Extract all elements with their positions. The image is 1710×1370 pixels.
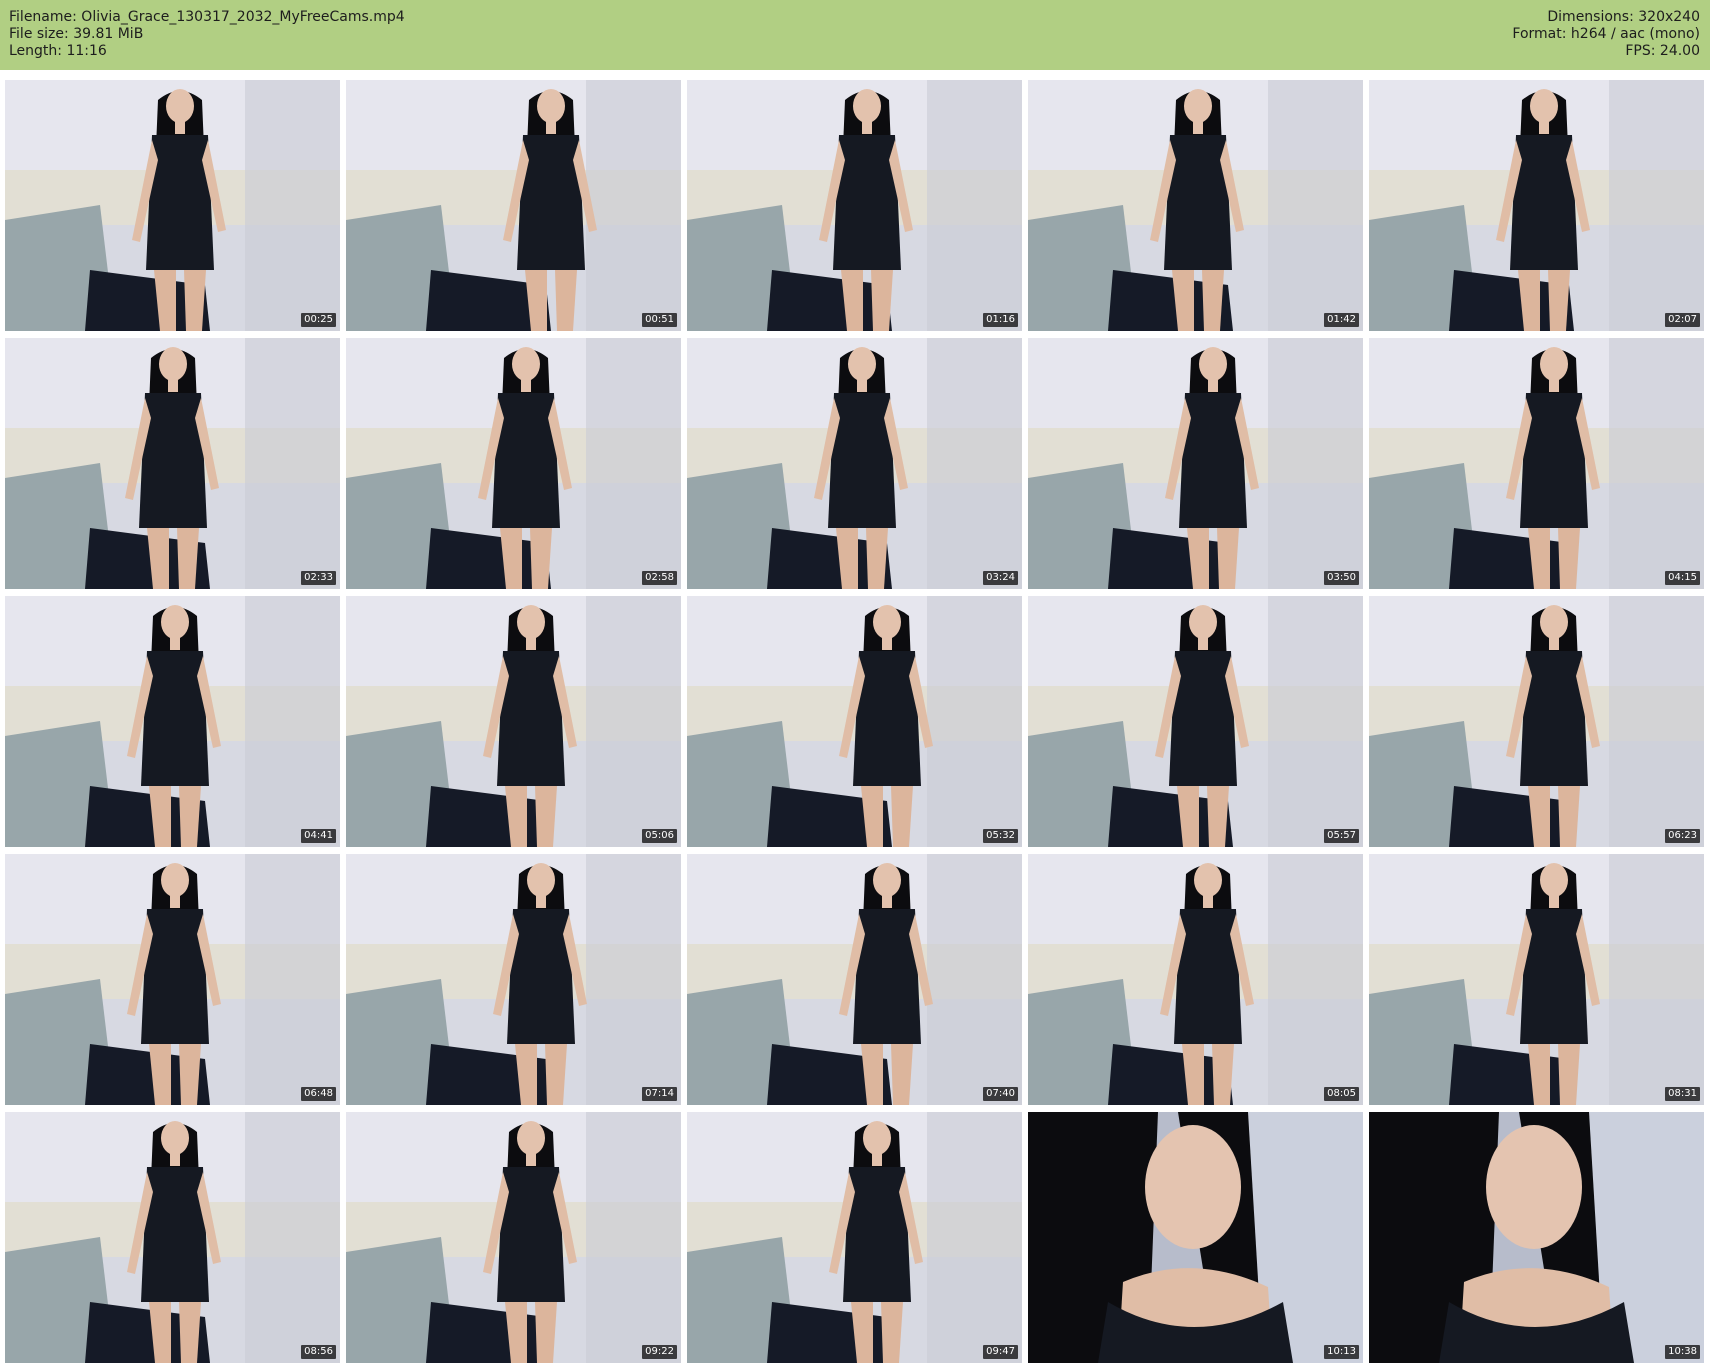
thumbnail-timestamp: 02:58 xyxy=(642,571,677,585)
thumbnail-timestamp: 08:05 xyxy=(1324,1087,1359,1101)
thumbnail-timestamp: 04:15 xyxy=(1665,571,1700,585)
frame-image xyxy=(346,338,681,589)
frame-image xyxy=(1028,1112,1363,1363)
frame-image xyxy=(5,596,340,847)
thumbnail-timestamp: 00:25 xyxy=(301,313,336,327)
frame-image xyxy=(687,1112,1022,1363)
thumbnail-timestamp: 10:38 xyxy=(1665,1345,1700,1359)
thumbnail-timestamp: 03:50 xyxy=(1324,571,1359,585)
thumbnail-timestamp: 05:57 xyxy=(1324,829,1359,843)
video-thumbnail[interactable]: 08:31 xyxy=(1369,854,1704,1105)
video-thumbnail[interactable]: 02:33 xyxy=(5,338,340,589)
frame-image xyxy=(1028,854,1363,1105)
frame-image xyxy=(687,854,1022,1105)
thumbnail-timestamp: 09:22 xyxy=(642,1345,677,1359)
frame-image xyxy=(1028,596,1363,847)
video-thumbnail[interactable]: 03:24 xyxy=(687,338,1022,589)
frame-image xyxy=(5,80,340,331)
video-thumbnail[interactable]: 08:56 xyxy=(5,1112,340,1363)
thumbnail-timestamp: 06:48 xyxy=(301,1087,336,1101)
thumbnail-timestamp: 02:07 xyxy=(1665,313,1700,327)
format-line: Format: h264 / aac (mono) xyxy=(1512,26,1700,42)
thumbnail-timestamp: 01:42 xyxy=(1324,313,1359,327)
video-thumbnail[interactable]: 09:22 xyxy=(346,1112,681,1363)
frame-image xyxy=(346,1112,681,1363)
frame-image xyxy=(1369,1112,1704,1363)
video-thumbnail[interactable]: 08:05 xyxy=(1028,854,1363,1105)
video-thumbnail[interactable]: 04:41 xyxy=(5,596,340,847)
video-thumbnail[interactable]: 06:23 xyxy=(1369,596,1704,847)
video-thumbnail[interactable]: 02:07 xyxy=(1369,80,1704,331)
video-thumbnail[interactable]: 00:51 xyxy=(346,80,681,331)
video-thumbnail[interactable]: 07:40 xyxy=(687,854,1022,1105)
frame-image xyxy=(5,338,340,589)
thumbnail-grid: 00:25 00:51 01:16 01:42 02:07 02:33 02:58 03:24… xyxy=(5,80,1707,1363)
thumbnail-timestamp: 07:14 xyxy=(642,1087,677,1101)
frame-image xyxy=(1369,854,1704,1105)
video-thumbnail[interactable]: 09:47 xyxy=(687,1112,1022,1363)
frame-image xyxy=(5,1112,340,1363)
thumbnail-timestamp: 07:40 xyxy=(983,1087,1018,1101)
fps-line: FPS: 24.00 xyxy=(1625,43,1700,59)
thumbnail-timestamp: 01:16 xyxy=(983,313,1018,327)
video-thumbnail[interactable]: 00:25 xyxy=(5,80,340,331)
frame-image xyxy=(346,854,681,1105)
frame-image xyxy=(687,596,1022,847)
frame-image xyxy=(1028,338,1363,589)
filename-line: Filename: Olivia_Grace_130317_2032_MyFre… xyxy=(9,9,405,25)
length-line: Length: 11:16 xyxy=(9,43,107,59)
frame-image xyxy=(346,596,681,847)
video-thumbnail[interactable]: 10:38 xyxy=(1369,1112,1704,1363)
thumbnail-timestamp: 02:33 xyxy=(301,571,336,585)
thumbnail-timestamp: 08:31 xyxy=(1665,1087,1700,1101)
video-thumbnail[interactable]: 10:13 xyxy=(1028,1112,1363,1363)
frame-image xyxy=(5,854,340,1105)
video-thumbnail[interactable]: 05:06 xyxy=(346,596,681,847)
video-thumbnail[interactable]: 05:32 xyxy=(687,596,1022,847)
file-info: Filename: Olivia_Grace_130317_2032_MyFre… xyxy=(9,9,405,60)
video-thumbnail[interactable]: 05:57 xyxy=(1028,596,1363,847)
video-thumbnail[interactable]: 04:15 xyxy=(1369,338,1704,589)
frame-image xyxy=(1028,80,1363,331)
thumbnail-timestamp: 06:23 xyxy=(1665,829,1700,843)
frame-image xyxy=(1369,338,1704,589)
thumbnail-timestamp: 10:13 xyxy=(1324,1345,1359,1359)
frame-image xyxy=(346,80,681,331)
video-thumbnail[interactable]: 01:42 xyxy=(1028,80,1363,331)
thumbnail-timestamp: 00:51 xyxy=(642,313,677,327)
thumbnail-timestamp: 09:47 xyxy=(983,1345,1018,1359)
video-thumbnail[interactable]: 03:50 xyxy=(1028,338,1363,589)
thumbnail-timestamp: 05:06 xyxy=(642,829,677,843)
video-info: Dimensions: 320x240 Format: h264 / aac (… xyxy=(1512,9,1700,60)
thumbnail-timestamp: 03:24 xyxy=(983,571,1018,585)
video-thumbnail[interactable]: 02:58 xyxy=(346,338,681,589)
file-size-line: File size: 39.81 MiB xyxy=(9,26,144,42)
video-thumbnail[interactable]: 06:48 xyxy=(5,854,340,1105)
info-header: Filename: Olivia_Grace_130317_2032_MyFre… xyxy=(0,0,1710,70)
dimensions-line: Dimensions: 320x240 xyxy=(1547,9,1700,25)
frame-image xyxy=(1369,596,1704,847)
frame-image xyxy=(687,338,1022,589)
frame-image xyxy=(1369,80,1704,331)
thumbnail-timestamp: 04:41 xyxy=(301,829,336,843)
frame-image xyxy=(687,80,1022,331)
video-thumbnail[interactable]: 07:14 xyxy=(346,854,681,1105)
thumbnail-timestamp: 05:32 xyxy=(983,829,1018,843)
video-thumbnail[interactable]: 01:16 xyxy=(687,80,1022,331)
thumbnail-timestamp: 08:56 xyxy=(301,1345,336,1359)
